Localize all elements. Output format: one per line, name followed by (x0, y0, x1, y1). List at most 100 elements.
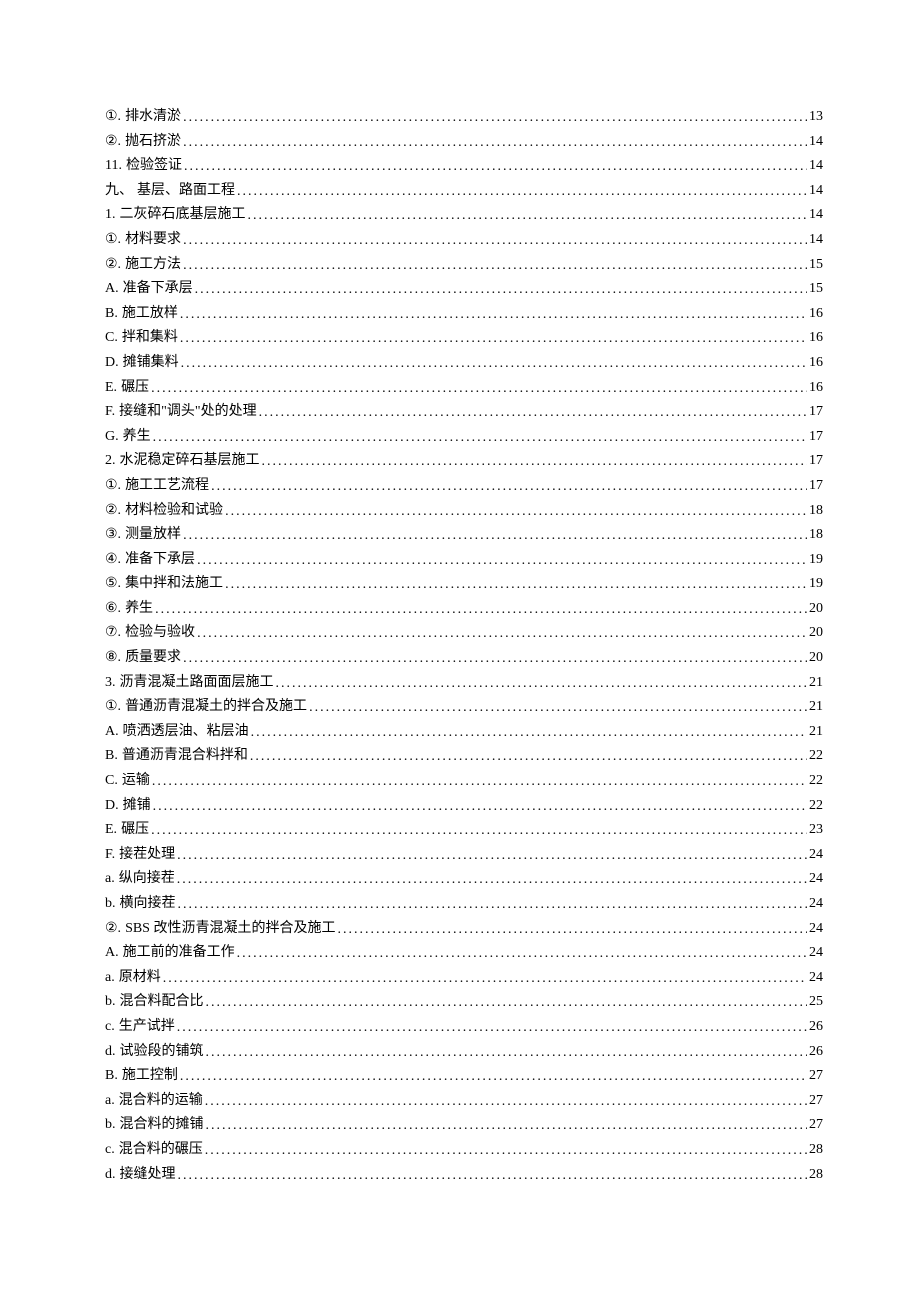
toc-title: 混合料的碾压 (119, 1143, 203, 1157)
toc-entry: G.养生17 (105, 430, 823, 444)
toc-entry: D.摊铺集料16 (105, 356, 823, 370)
toc-dot-leader (250, 750, 807, 764)
toc-page-number: 22 (809, 749, 823, 763)
toc-entry: c.混合料的碾压28 (105, 1143, 823, 1157)
toc-title: 纵向接茬 (119, 872, 175, 886)
toc-marker: ④. (105, 553, 121, 567)
toc-page-number: 16 (809, 381, 823, 395)
toc-marker: ②. (105, 258, 121, 272)
toc-dot-leader (183, 234, 807, 248)
toc-entry: ⑧.质量要求20 (105, 651, 823, 665)
toc-title: 摊铺 (123, 799, 151, 813)
toc-dot-leader (151, 824, 807, 838)
toc-entry: C.拌和集料16 (105, 331, 823, 345)
toc-entry: E.碾压16 (105, 381, 823, 395)
toc-title: 生产试拌 (119, 1020, 175, 1034)
toc-dot-leader (251, 726, 807, 740)
toc-page-number: 26 (809, 1045, 823, 1059)
toc-title: 施工控制 (122, 1069, 178, 1083)
toc-entry: ①.材料要求14 (105, 233, 823, 247)
toc-title: 混合料的运输 (119, 1094, 203, 1108)
toc-marker: ⑥. (105, 602, 121, 616)
toc-marker: a. (105, 971, 115, 985)
toc-marker: F. (105, 848, 115, 862)
toc-title: 运输 (122, 774, 150, 788)
toc-entry: 1. 二灰碎石底基层施工14 (105, 208, 823, 222)
toc-page-number: 18 (809, 528, 823, 542)
toc-page-number: 20 (809, 651, 823, 665)
toc-marker: 2. (105, 454, 116, 468)
toc-title: 普通沥青混合料拌和 (122, 749, 248, 763)
toc-marker: d. (105, 1168, 116, 1182)
toc-title: 准备下承层 (125, 553, 195, 567)
toc-dot-leader (178, 898, 808, 912)
toc-marker: ③. (105, 528, 121, 542)
toc-page-number: 17 (809, 430, 823, 444)
toc-page-number: 16 (809, 331, 823, 345)
toc-title: 材料检验和试验 (125, 504, 223, 518)
toc-dot-leader (225, 505, 807, 519)
toc-marker: D. (105, 356, 119, 370)
toc-marker: 九、 (105, 184, 133, 198)
toc-entry: ⑤.集中拌和法施工19 (105, 577, 823, 591)
toc-marker: C. (105, 774, 118, 788)
toc-marker: F. (105, 405, 115, 419)
toc-dot-leader (177, 1021, 807, 1035)
toc-page-number: 14 (809, 184, 823, 198)
toc-dot-leader (183, 529, 807, 543)
toc-page-number: 27 (809, 1069, 823, 1083)
toc-dot-leader (181, 357, 807, 371)
toc-title: 水泥稳定碎石基层施工 (120, 454, 260, 468)
toc-marker: c. (105, 1143, 115, 1157)
toc-entry: ①.施工工艺流程17 (105, 479, 823, 493)
toc-title: 摊铺集料 (123, 356, 179, 370)
toc-dot-leader (183, 259, 807, 273)
toc-page-number: 19 (809, 553, 823, 567)
toc-entry: a.混合料的运输27 (105, 1094, 823, 1108)
toc-entry: A.准备下承层15 (105, 282, 823, 296)
toc-title: 基层、路面工程 (137, 184, 235, 198)
toc-dot-leader (183, 652, 807, 666)
toc-marker: ①. (105, 233, 121, 247)
toc-page-number: 28 (809, 1168, 823, 1182)
toc-dot-leader (180, 1070, 807, 1084)
toc-marker: B. (105, 1069, 118, 1083)
toc-marker: A. (105, 946, 119, 960)
toc-marker: D. (105, 799, 119, 813)
toc-entry: d.接缝处理28 (105, 1168, 823, 1182)
toc-title: 碾压 (121, 823, 149, 837)
toc-title: 排水清淤 (125, 110, 181, 124)
toc-marker: G. (105, 430, 119, 444)
toc-dot-leader (155, 603, 807, 617)
toc-page-number: 18 (809, 504, 823, 518)
toc-entry: ②.抛石挤淤14 (105, 135, 823, 149)
toc-marker: d. (105, 1045, 116, 1059)
toc-dot-leader (197, 554, 807, 568)
toc-dot-leader (177, 849, 807, 863)
toc-entry: ①.排水清淤13 (105, 110, 823, 124)
toc-entry: 2. 水泥稳定碎石基层施工17 (105, 454, 823, 468)
table-of-contents: ①.排水清淤13②.抛石挤淤1411. 检验签证14九、 基层、路面工程141.… (105, 110, 823, 1182)
toc-dot-leader (206, 1046, 808, 1060)
toc-title: 施工工艺流程 (125, 479, 209, 493)
toc-page-number: 22 (809, 774, 823, 788)
toc-page-number: 24 (809, 872, 823, 886)
toc-page-number: 14 (809, 159, 823, 173)
toc-marker: A. (105, 725, 119, 739)
toc-entry: B.普通沥青混合料拌和22 (105, 749, 823, 763)
toc-dot-leader (205, 1144, 807, 1158)
toc-title: 施工方法 (125, 258, 181, 272)
toc-dot-leader (248, 209, 808, 223)
toc-marker: ⑤. (105, 577, 121, 591)
toc-dot-leader (225, 578, 807, 592)
toc-page-number: 14 (809, 135, 823, 149)
toc-page-number: 16 (809, 307, 823, 321)
toc-entry: c.生产试拌26 (105, 1020, 823, 1034)
toc-dot-leader (184, 160, 807, 174)
toc-entry: B.施工放样16 (105, 307, 823, 321)
toc-entry: A.喷洒透层油、粘层油21 (105, 725, 823, 739)
toc-title: 准备下承层 (123, 282, 193, 296)
toc-page-number: 27 (809, 1118, 823, 1132)
toc-dot-leader (180, 332, 807, 346)
toc-page-number: 27 (809, 1094, 823, 1108)
